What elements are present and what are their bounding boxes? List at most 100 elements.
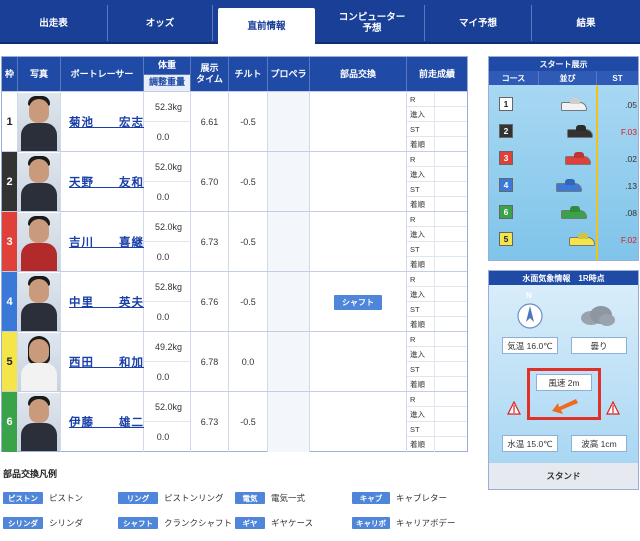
racer-name: 天野 友和 [69,177,144,189]
weather-title: 水面気象情報 1R時点 [489,271,638,285]
start-col-st: ST [597,71,638,85]
wave-height: 波高 1cm [571,435,627,452]
recent-label: 着順 [407,377,435,392]
legend-item: シリンダ シリンダ [3,516,83,530]
weight-cell: 52.0kg 0.0 [144,392,191,452]
tab-results[interactable]: 結果 [532,5,640,41]
racer-row: 1 菊池 宏志 52.3kg 0.0 6.61 -0.5 R 進入 ST 着順 [2,91,467,152]
exhibition-time: 6.76 [191,272,229,332]
recent-label: ST [407,122,435,136]
recent-label: 進入 [407,407,435,421]
exhibition-time: 6.70 [191,152,229,212]
header-adjust-label: 調整重量 [144,74,190,91]
racer-weight: 52.8kg [144,272,190,302]
parts-cell [310,92,407,152]
tilt-value: -0.5 [229,272,268,332]
start-panel-title: スタート展示 [489,57,638,71]
propeller-cell [268,272,310,332]
start-timing: .08 [625,208,637,218]
header-propeller: プロペラ [268,57,310,91]
racer-name-link[interactable]: 吉川 喜継 [61,212,144,272]
recent-results: R 進入 ST 着順 [407,92,467,152]
header-recent: 前走成績 [407,57,467,91]
tab-my-prediction[interactable]: マイ予想 [425,5,532,41]
waku-number: 4 [2,272,18,332]
recent-label: 進入 [407,287,435,301]
recent-label: ST [407,182,435,196]
racer-row: 6 伊藤 雄二 52.0kg 0.0 6.73 -0.5 R 進入 ST 着順 [2,391,467,452]
header-photo: 写真 [18,57,61,91]
start-course-number: 4 [499,178,513,192]
legend-item: ピストン ピストン [3,491,83,505]
recent-label: ST [407,422,435,436]
propeller-cell [268,92,310,152]
legend-text: クランクシャフト [164,518,233,528]
tab-pre-race-info[interactable]: 直前情報 [218,8,315,44]
legend-badge: ピストン [3,492,43,504]
tilt-value: -0.5 [229,152,268,212]
tilt-value: -0.5 [229,92,268,152]
racer-name-link[interactable]: 伊藤 雄二 [61,392,144,452]
legend-text: ギヤケース [271,518,314,528]
legend-badge: 電気 [235,492,265,504]
flag-right-icon [606,401,620,415]
tab-entry-list[interactable]: 出走表 [0,5,108,41]
start-course-number: 2 [499,124,513,138]
recent-label: R [407,212,435,226]
recent-results: R 進入 ST 着順 [407,272,467,332]
racer-row: 3 吉川 喜継 52.0kg 0.0 6.73 -0.5 R 進入 ST 着順 [2,211,467,272]
start-timing: F.02 [620,235,637,245]
weight-cell: 52.8kg 0.0 [144,272,191,332]
start-line [596,85,598,260]
boat-icon [569,237,595,246]
start-display-panel: スタート展示 コース 並び ST 1 .05 2 F.03 3 .02 4 .13 6 .08 5 F… [488,56,639,261]
recent-label: 進入 [407,227,435,241]
adjust-weight: 0.0 [156,192,170,202]
legend-item: シャフト クランクシャフト [118,516,232,530]
tab-odds[interactable]: オッズ [108,5,213,41]
wind-direction-arrow-icon [552,399,578,414]
weather-condition: 曇り [571,337,627,354]
racer-row: 4 中里 英夫 52.8kg 0.0 6.76 -0.5 シャフト R 進入 ST 着… [2,271,467,332]
propeller-cell [268,392,310,452]
legend-badge: キャリボ [352,517,390,529]
racer-photo [18,392,61,452]
weight-cell: 49.2kg 0.0 [144,332,191,392]
recent-results: R 進入 ST 着順 [407,212,467,272]
recent-label: R [407,332,435,346]
propeller-cell [268,332,310,392]
recent-label: R [407,92,435,106]
racer-name-link[interactable]: 天野 友和 [61,152,144,212]
legend-text: キャブレター [396,493,448,503]
racer-name-link[interactable]: 中里 英夫 [61,272,144,332]
racer-name-link[interactable]: 西田 和加 [61,332,144,392]
weight-cell: 52.0kg 0.0 [144,212,191,272]
exhibition-time: 6.73 [191,212,229,272]
racer-photo [18,332,61,392]
tab-computer-prediction[interactable]: コンピューター 予想 [320,5,425,41]
legend-item: キャブ キャブレター [352,491,447,505]
waku-number: 6 [2,392,18,452]
racer-photo [18,92,61,152]
legend-text: シリンダ [49,518,84,528]
tilt-value: -0.5 [229,392,268,452]
wind-highlight-box: 風速 2m [527,368,601,420]
recent-results: R 進入 ST 着順 [407,332,467,392]
racer-photo [18,272,61,332]
recent-label: R [407,152,435,166]
racer-name-link[interactable]: 菊池 宏志 [61,92,144,152]
start-course-number: 1 [499,97,513,111]
legend-item: ギヤ ギヤケース [235,516,313,530]
boat-icon [561,102,587,111]
header-racer: ボートレーサー [61,57,144,91]
exhibition-time: 6.61 [191,92,229,152]
recent-label: R [407,392,435,406]
adjust-weight: 0.0 [156,372,170,382]
boat-icon [567,129,593,138]
parts-cell [310,332,407,392]
racer-name: 伊藤 雄二 [69,417,144,429]
propeller-cell [268,212,310,272]
legend-title: 部品交換凡例 [3,469,58,479]
recent-label: 進入 [407,347,435,361]
start-course-number: 3 [499,151,513,165]
